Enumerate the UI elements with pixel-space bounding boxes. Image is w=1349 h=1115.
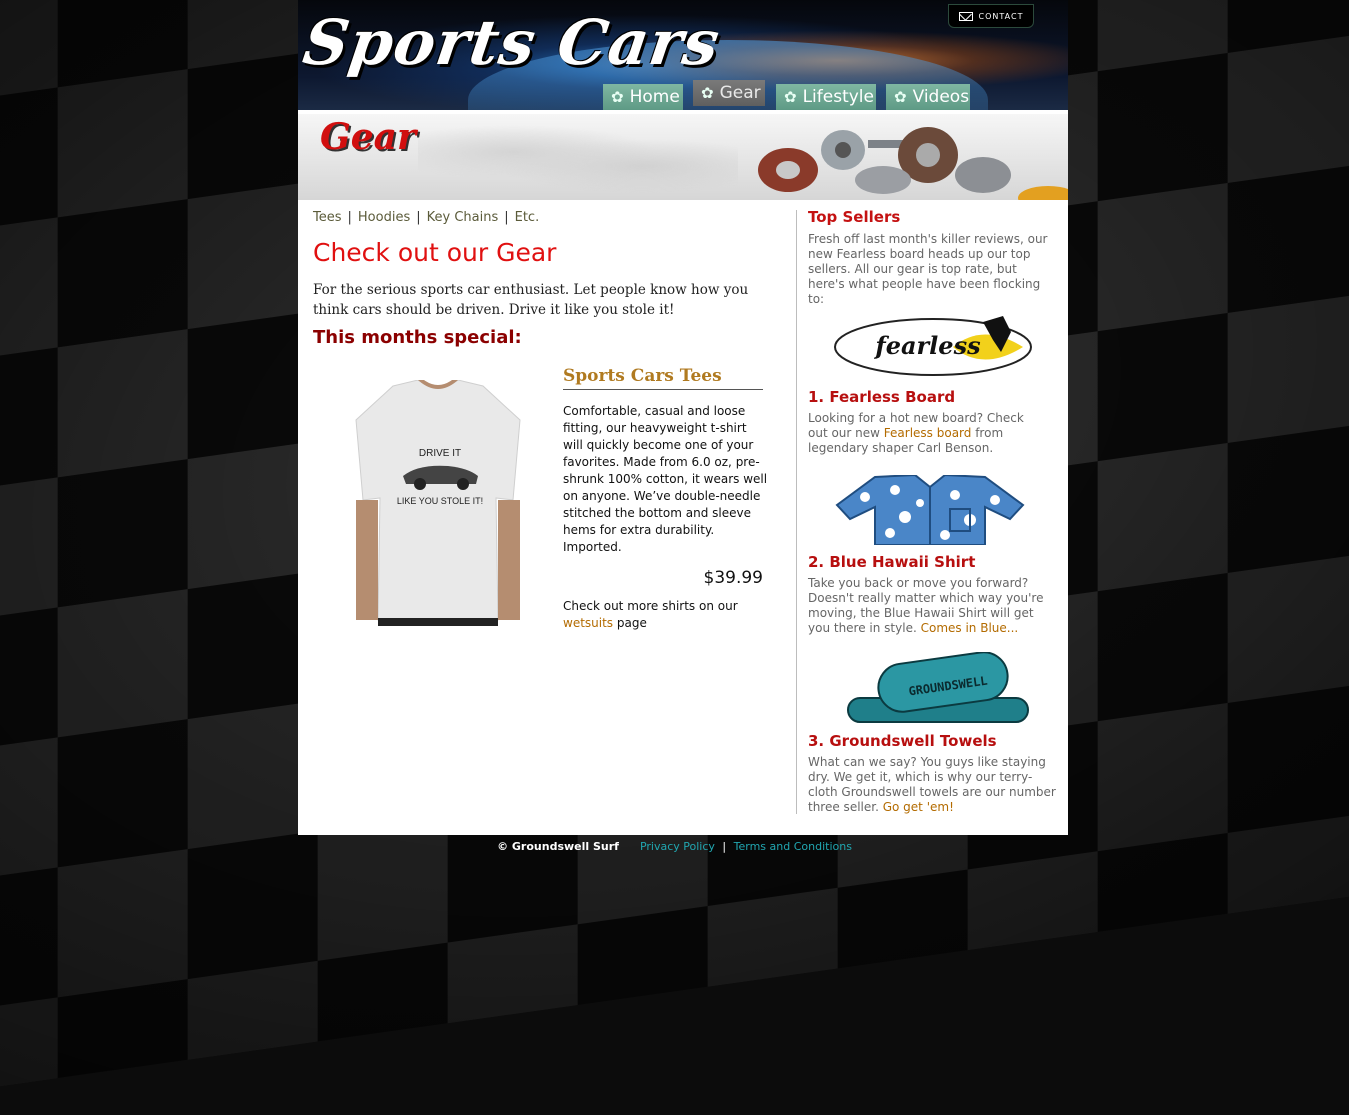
subnav-tees[interactable]: Tees bbox=[313, 210, 342, 225]
more-text-before: Check out more shirts on our bbox=[563, 599, 738, 613]
product-price: $39.99 bbox=[703, 568, 763, 588]
car-parts-image bbox=[758, 127, 1068, 200]
contact-label: CONTACT bbox=[978, 11, 1024, 21]
nav-tab-label: Videos bbox=[912, 87, 970, 107]
gear-banner: Gear bbox=[298, 110, 1068, 200]
subnav-separator: | bbox=[347, 210, 352, 225]
product-description: Comfortable, casual and loose fitting, o… bbox=[563, 404, 768, 554]
fearless-board-logo: fearless bbox=[873, 331, 981, 360]
hibiscus-flower-icon: ✿ bbox=[611, 88, 624, 106]
seller-2-text: Take you back or move you forward? Doesn… bbox=[808, 576, 1053, 636]
privacy-policy-link[interactable]: Privacy Policy bbox=[640, 840, 715, 853]
seller-1-title[interactable]: 1. Fearless Board bbox=[808, 388, 955, 406]
seller-3-title[interactable]: 3. Groundswell Towels bbox=[808, 732, 997, 750]
more-text-after: page bbox=[613, 616, 647, 630]
sidebar-title: Top Sellers bbox=[808, 208, 901, 226]
world-map-graphic bbox=[418, 124, 738, 194]
site-header: Sports Cars CONTACT ✿ Home ✿ Gear ✿ Life… bbox=[298, 0, 1068, 110]
column-divider bbox=[796, 210, 797, 814]
intro-text: For the serious sports car enthusiast. L… bbox=[313, 282, 749, 318]
subnav-hoodies[interactable]: Hoodies bbox=[358, 210, 410, 225]
nav-tab-videos[interactable]: ✿ Videos bbox=[886, 84, 970, 110]
tshirt-image: DRIVE IT LIKE YOU STOLE IT! bbox=[355, 380, 521, 626]
nav-tab-lifestyle[interactable]: ✿ Lifestyle bbox=[776, 84, 876, 110]
subnav-separator: | bbox=[504, 210, 509, 225]
banner-title: Gear bbox=[320, 116, 416, 158]
hibiscus-flower-icon: ✿ bbox=[894, 88, 907, 106]
terms-link[interactable]: Terms and Conditions bbox=[734, 840, 852, 853]
footer-separator: | bbox=[722, 840, 727, 853]
envelope-icon bbox=[958, 11, 973, 21]
subnav-separator: | bbox=[416, 210, 421, 225]
comes-in-blue-link[interactable]: Comes in Blue... bbox=[921, 621, 1019, 635]
nav-tab-label: Lifestyle bbox=[802, 87, 874, 107]
fearless-board-image[interactable]: fearless bbox=[833, 312, 1033, 382]
groundswell-towels-image[interactable]: GROUNDSWELL bbox=[838, 652, 1038, 724]
page-title: Check out our Gear bbox=[313, 238, 557, 267]
subnav-etc[interactable]: Etc. bbox=[515, 210, 540, 225]
site-logo[interactable]: Sports Cars bbox=[299, 6, 725, 79]
go-get-em-link[interactable]: Go get 'em! bbox=[883, 800, 954, 814]
seller-3-text: What can we say? You guys like staying d… bbox=[808, 755, 1058, 815]
sidebar-intro: Fresh off last month's killer reviews, o… bbox=[808, 232, 1048, 306]
contact-button[interactable]: CONTACT bbox=[948, 4, 1034, 28]
page-container: Sports Cars CONTACT ✿ Home ✿ Gear ✿ Life… bbox=[298, 0, 1068, 835]
hibiscus-flower-icon: ✿ bbox=[701, 84, 714, 102]
more-shirts-text: Check out more shirts on our wetsuits pa… bbox=[563, 598, 763, 632]
seller-2-title[interactable]: 2. Blue Hawaii Shirt bbox=[808, 553, 975, 571]
nav-tab-label: Gear bbox=[719, 83, 761, 103]
site-footer: © Groundswell Surf Privacy Policy | Term… bbox=[0, 840, 1349, 853]
subnav-key-chains[interactable]: Key Chains bbox=[427, 210, 499, 225]
wetsuits-link[interactable]: wetsuits bbox=[563, 616, 613, 630]
tshirt-print-line1: DRIVE IT bbox=[419, 448, 461, 459]
tshirt-print-line2: LIKE YOU STOLE IT! bbox=[397, 496, 483, 506]
nav-tab-gear[interactable]: ✿ Gear bbox=[693, 80, 765, 106]
nav-tab-label: Home bbox=[629, 87, 680, 107]
product-title[interactable]: Sports Cars Tees bbox=[563, 366, 763, 390]
main-nav: ✿ Home ✿ Gear ✿ Lifestyle ✿ Videos bbox=[298, 80, 1068, 110]
blue-hawaii-shirt-image[interactable] bbox=[835, 475, 1025, 545]
seller-1-text: Looking for a hot new board? Check out o… bbox=[808, 411, 1043, 456]
special-heading: This months special: bbox=[313, 327, 522, 348]
fearless-board-link[interactable]: Fearless board bbox=[884, 426, 972, 440]
nav-tab-home[interactable]: ✿ Home bbox=[603, 84, 683, 110]
hibiscus-flower-icon: ✿ bbox=[784, 88, 797, 106]
gear-subnav: Tees | Hoodies | Key Chains | Etc. bbox=[313, 210, 539, 225]
product-card: Sports Cars Tees Comfortable, casual and… bbox=[563, 366, 767, 632]
copyright-text: © Groundswell Surf bbox=[497, 840, 619, 853]
